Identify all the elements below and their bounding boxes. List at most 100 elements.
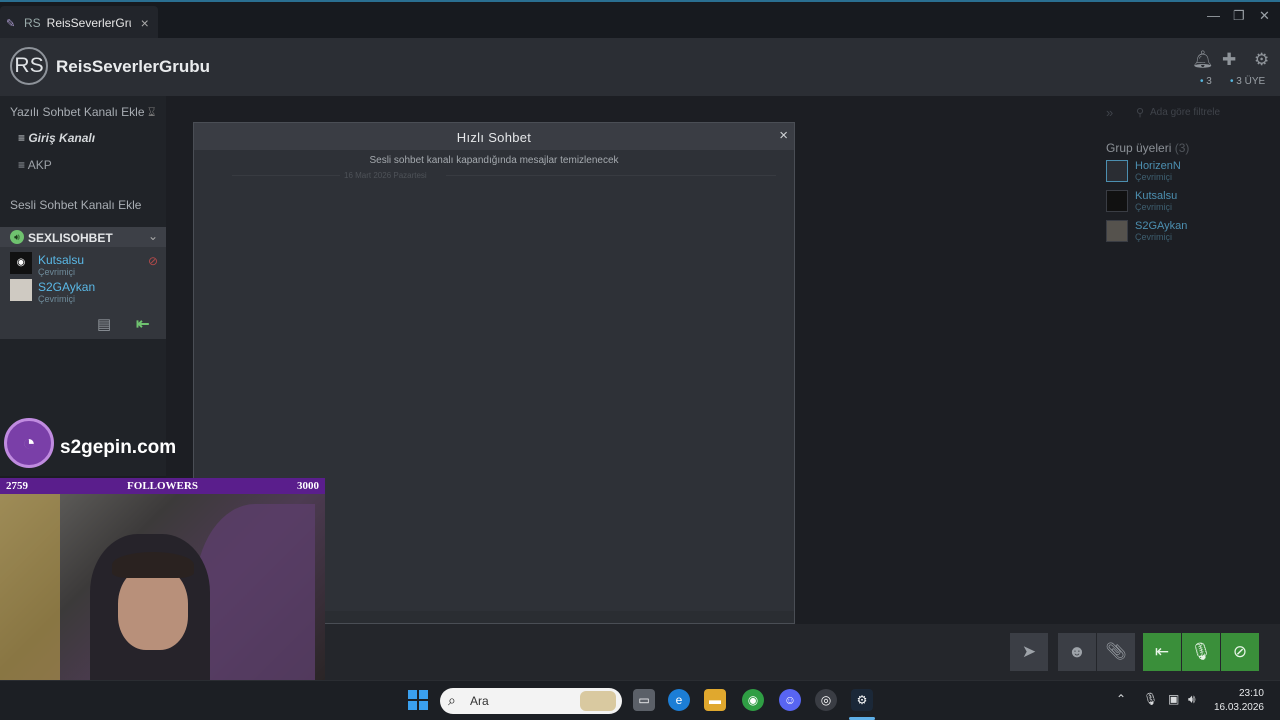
group-header: RS ReisSeverlerGrubu 🔔︎ ✚ ⚙ • 3 • 3 ÜYE — [0, 38, 1280, 96]
windows-start-icon[interactable] — [408, 690, 428, 710]
maximize-icon[interactable]: ❐ — [1233, 8, 1245, 24]
close-window-icon[interactable]: ✕ — [1259, 8, 1270, 24]
network-icon[interactable]: ▣ — [1168, 692, 1179, 706]
chevron-up-icon[interactable]: ⌃ — [1116, 692, 1126, 706]
search-icon: ⚲ — [1136, 107, 1145, 119]
paperclip-icon: 📎︎ — [1105, 642, 1127, 661]
microphone-icon: 🎙︎ — [1190, 642, 1212, 661]
member-search-input[interactable]: Ada göre filtrele — [1150, 107, 1220, 118]
gear-icon[interactable]: ⚙ — [1254, 50, 1269, 70]
voice-channel: 🔊︎ SEXLISOHBET ⌄ ◉ Kutsalsu Çevrimiçi ⊘ … — [0, 227, 166, 311]
taskbar: ⌕ Ara ▭ e ▬ ◉ ☺ ◎ ⚙ ⌃ 🎙︎ ▣ 🔊︎ 23:10 16.0… — [0, 680, 1280, 720]
steam-icon[interactable]: ⚙ — [851, 689, 873, 711]
taskbar-search[interactable]: ⌕ Ara — [440, 688, 622, 714]
message-composer: ➤ ☻ 📎︎ ⇤ 🎙︎ ⊘ — [325, 624, 1280, 680]
divider — [446, 175, 776, 176]
leave-voice-icon[interactable]: ⇤ — [136, 314, 149, 334]
bell-icon[interactable]: 🔔︎ — [1192, 50, 1214, 70]
tab-avatar: RS — [24, 16, 41, 30]
clock-date[interactable]: 16.03.2026 — [1212, 702, 1264, 713]
channel-list-icon: ≡ — [18, 158, 28, 172]
mute-mic-button[interactable]: 🎙︎ — [1182, 633, 1220, 671]
face — [118, 566, 188, 650]
avatar — [10, 279, 32, 301]
collapse-panel-icon[interactable]: » — [1106, 105, 1113, 120]
followers-current: 2759 — [6, 480, 28, 492]
avatar: ◉ — [10, 252, 32, 274]
obs-icon[interactable]: ◎ — [815, 689, 837, 711]
followers-goal: 3000 — [297, 480, 319, 492]
window-titlebar: ✎ RS ReisSeverlerGrubu × — ❐ ✕ — [0, 0, 1280, 40]
clock-time[interactable]: 23:10 — [1228, 688, 1264, 699]
microphone-icon[interactable]: 🎙︎ — [1143, 692, 1158, 706]
channel-giris[interactable]: ≡ Giriş Kanalı — [18, 131, 95, 145]
divider — [232, 175, 340, 176]
add-voice-channel[interactable]: Sesli Sohbet Kanalı Ekle — [10, 198, 141, 212]
voice-channel-icon: 🔊︎ — [10, 230, 24, 244]
close-icon[interactable]: × — [779, 127, 788, 144]
dialog-title: Hızlı Sohbet — [456, 130, 532, 145]
send-button[interactable]: ➤ — [1010, 633, 1048, 671]
member-name[interactable]: S2GAykan — [1135, 220, 1187, 232]
followers-label: FOLLOWERS — [127, 480, 198, 492]
channel-list-icon: ≡ — [18, 131, 29, 145]
send-icon: ➤ — [1021, 642, 1037, 661]
voice-controls: ▤ ⇤ — [0, 311, 166, 339]
tab-title: ReisSeverlerGrubu — [46, 16, 131, 30]
tab-close-icon[interactable]: × — [141, 15, 149, 31]
search-label: Ara — [470, 694, 489, 708]
group-name: ReisSeverlerGrubu — [56, 57, 211, 76]
edge-icon[interactable]: e — [668, 689, 690, 711]
add-text-channel[interactable]: Yazılı Sohbet Kanalı Ekle ⌛︎ — [10, 105, 155, 120]
member-name[interactable]: Kutsalsu — [1135, 190, 1177, 202]
online-count: • 3 — [1200, 76, 1212, 87]
member-name[interactable]: HorizenN — [1135, 160, 1181, 172]
emoji-icon: ☻ — [1068, 642, 1086, 661]
group-avatar[interactable]: RS — [10, 47, 48, 85]
task-view-icon[interactable]: ▭ — [633, 689, 655, 711]
voice-user-name[interactable]: Kutsalsu — [38, 253, 84, 267]
dialog-header: Hızlı Sohbet × — [194, 123, 794, 150]
avatar — [1106, 220, 1128, 242]
voice-user-status: Çevrimiçi — [38, 267, 75, 277]
headphones-off-icon: ⊘ — [1232, 642, 1248, 661]
chrome-icon[interactable]: ◉ — [742, 689, 764, 711]
leave-icon: ⇤ — [1154, 642, 1170, 661]
emoji-button[interactable]: ☻ — [1058, 633, 1096, 671]
channel-akp[interactable]: ≡ AKP — [18, 158, 52, 172]
browser-tab[interactable]: ✎ RS ReisSeverlerGrubu × — [0, 6, 158, 40]
muted-mic-icon: ⊘ — [148, 254, 159, 268]
members-title: Grup üyeleri (3) — [1106, 141, 1190, 155]
avatar — [1106, 160, 1128, 182]
discord-icon[interactable]: ☺ — [779, 689, 801, 711]
minimize-icon[interactable]: — — [1207, 8, 1220, 23]
leave-voice-button[interactable]: ⇤ — [1143, 633, 1181, 671]
file-explorer-icon[interactable]: ▬ — [704, 689, 726, 711]
avatar — [1106, 190, 1128, 212]
search-icon: ⌕ — [448, 692, 456, 708]
member-count: • 3 ÜYE — [1230, 76, 1266, 87]
voice-channel-header[interactable]: 🔊︎ SEXLISOHBET ⌄ — [0, 227, 166, 247]
invite-friend-icon[interactable]: ✚ — [1222, 50, 1236, 70]
hair — [112, 552, 194, 578]
member-status: Çevrimiçi — [1135, 232, 1172, 242]
deafen-button[interactable]: ⊘ — [1221, 633, 1259, 671]
voice-user-name[interactable]: S2GAykan — [38, 280, 95, 294]
date-divider-label: 16 Mart 2026 Pazartesi — [344, 171, 427, 180]
chevron-down-icon[interactable]: ⌄ — [148, 229, 158, 243]
voice-user-status: Çevrimiçi — [38, 294, 75, 304]
calendar-icon[interactable]: ▤ — [97, 315, 111, 333]
dialog-notice: Sesli sohbet kanalı kapandığında mesajla… — [369, 155, 619, 166]
steam-tab-icon: ✎ — [6, 18, 16, 30]
voice-channel-name: SEXLISOHBET — [28, 231, 113, 245]
attach-button[interactable]: 📎︎ — [1097, 633, 1135, 671]
members-panel: » ⚲ Ada göre filtrele Grup üyeleri (3) H… — [1100, 96, 1280, 680]
follower-goal-bar: 2759 FOLLOWERS 3000 — [0, 478, 325, 494]
webcam-background — [0, 494, 60, 680]
hourglass-icon: ⌛︎ — [147, 105, 156, 119]
gaming-chair — [195, 504, 315, 680]
webcam-feed — [0, 494, 325, 680]
brand-logo: ◔ — [4, 418, 54, 468]
volume-icon[interactable]: 🔊︎ — [1188, 692, 1196, 707]
member-status: Çevrimiçi — [1135, 172, 1172, 182]
